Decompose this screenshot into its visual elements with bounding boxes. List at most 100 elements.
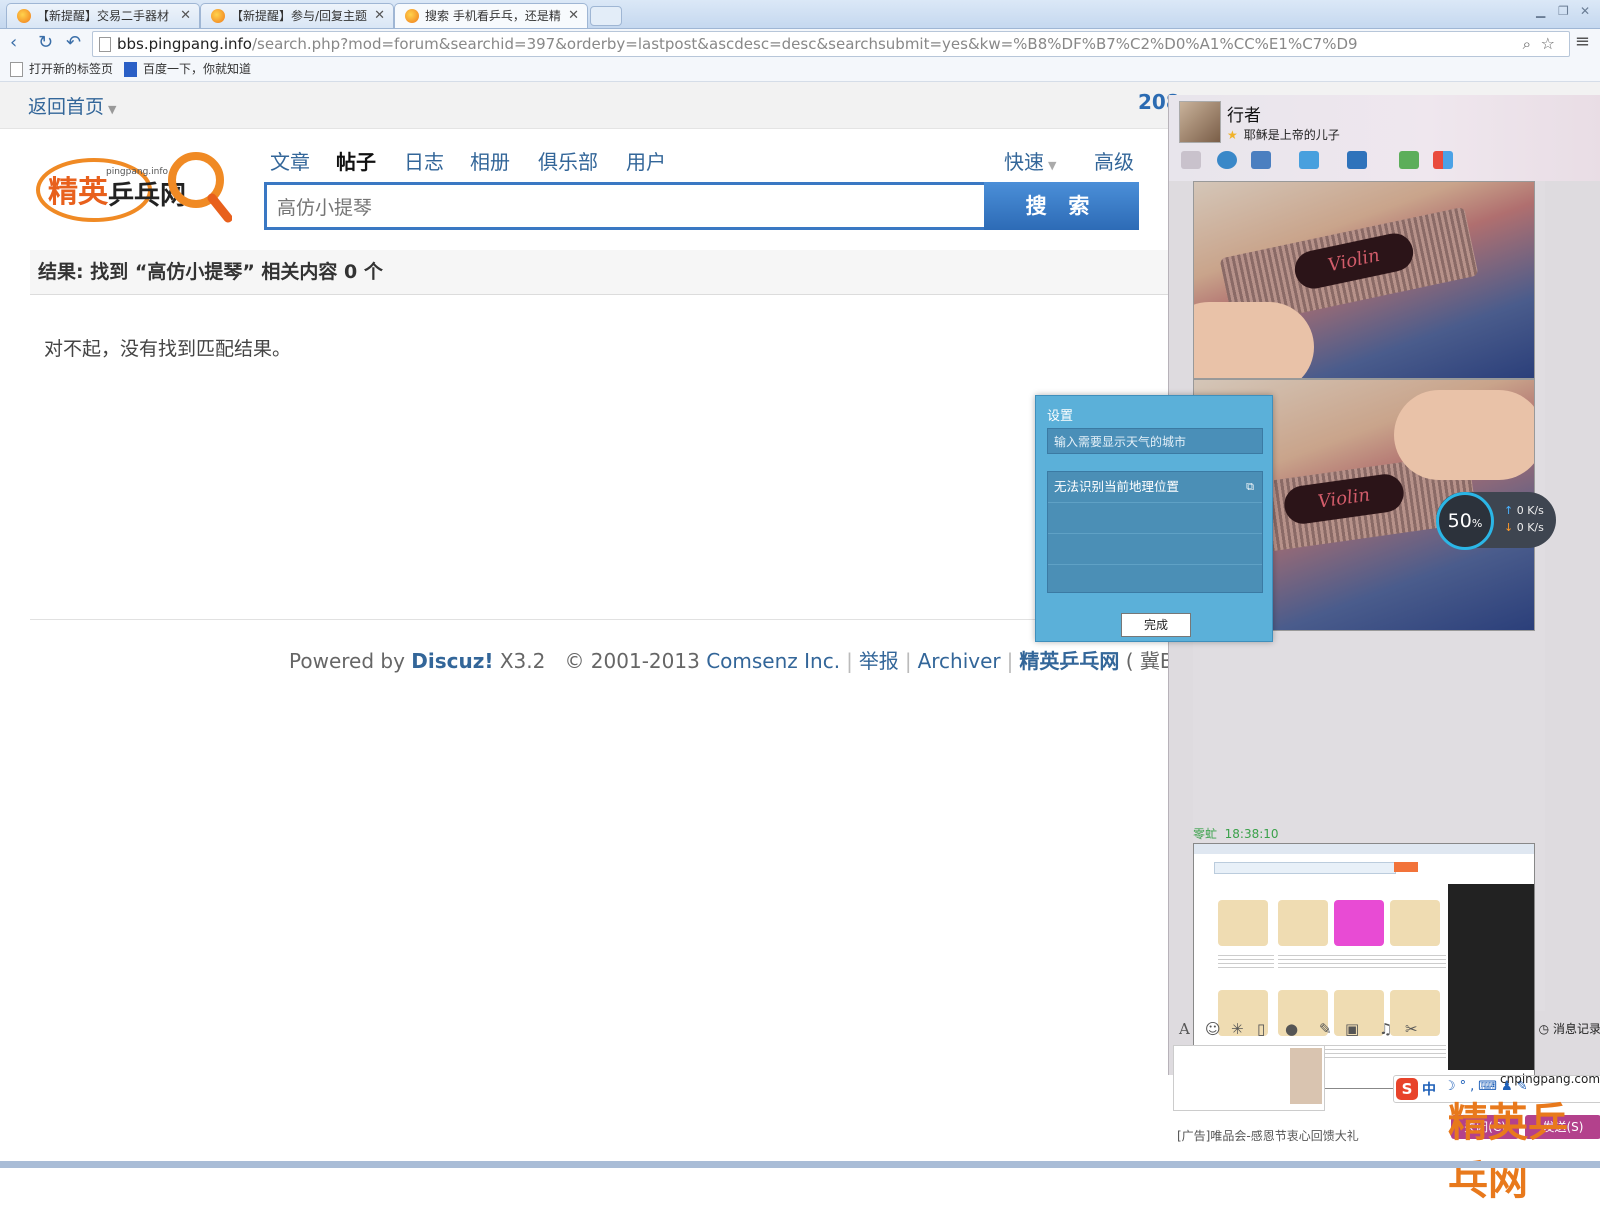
city-input[interactable]: 输入需要显示天气的城市 xyxy=(1047,428,1263,454)
message-meta: 零虻 18:38:10 xyxy=(1193,827,1279,841)
shot-text xyxy=(1218,952,1274,970)
address-bar[interactable]: bbs.pingpang.info/search.php?mod=forum&s… xyxy=(92,31,1570,57)
site-logo[interactable]: 精英 乒乓网 pingpang.info xyxy=(36,146,232,228)
tab-users[interactable]: 用户 xyxy=(626,146,666,175)
browser-tab-active[interactable]: 搜索 手机看乒乓，还是精 ✕ xyxy=(394,3,588,28)
clock-icon: ◷ xyxy=(1538,1022,1550,1036)
network-speed-widget[interactable]: 50% ↑ 0 K/s ↓ 0 K/s xyxy=(1436,492,1556,550)
create-group-icon[interactable] xyxy=(1399,151,1419,169)
no-result-message: 对不起，没有找到匹配结果。 xyxy=(44,338,292,360)
page-icon xyxy=(10,62,23,77)
tab-threads[interactable]: 帖子 xyxy=(336,146,376,175)
compose-thumbnail xyxy=(1290,1048,1322,1104)
shot-text xyxy=(1334,1042,1390,1060)
tab-clubs[interactable]: 俱乐部 xyxy=(538,146,598,175)
share-screen-icon[interactable] xyxy=(1251,151,1271,169)
new-tab-button[interactable] xyxy=(590,6,622,26)
bookmark-item[interactable]: 打开新的标签页 xyxy=(10,57,113,81)
scissors-icon[interactable]: ✂ xyxy=(1405,1020,1418,1038)
locate-icon[interactable]: ⧉ xyxy=(1246,472,1254,502)
shot-search-bar xyxy=(1214,862,1396,874)
close-icon[interactable]: ✕ xyxy=(374,4,385,28)
minimize-icon[interactable]: ▁ xyxy=(1536,4,1545,18)
shot-browser-bar xyxy=(1194,844,1534,854)
ad-text[interactable]: [广告]唯品会-感恩节衷心回馈大礼 xyxy=(1177,1127,1359,1144)
voice-call-icon[interactable] xyxy=(1181,151,1201,169)
archiver-link[interactable]: Archiver xyxy=(918,649,1001,673)
version: X3.2 xyxy=(499,649,546,673)
url-text: bbs.pingpang.info/search.php?mod=forum&s… xyxy=(117,35,1358,53)
contact-signature: ★ 耶稣是上帝的儿子 xyxy=(1227,128,1340,142)
bookmark-item[interactable]: 百度一下，你就知道 xyxy=(124,57,251,81)
magic-icon[interactable]: ✳ xyxy=(1231,1020,1244,1038)
watermark-logo: 精英乒乓网 xyxy=(1448,1099,1568,1204)
send-file-icon[interactable] xyxy=(1299,151,1319,169)
compose-box[interactable] xyxy=(1173,1045,1325,1111)
tab-blogs[interactable]: 日志 xyxy=(404,146,444,175)
video-call-icon[interactable] xyxy=(1217,151,1237,169)
svg-text:pingpang.info: pingpang.info xyxy=(106,167,169,177)
divider xyxy=(30,619,1170,620)
advanced-search-link[interactable]: 高级 xyxy=(1094,146,1134,175)
avatar[interactable] xyxy=(1179,101,1221,143)
site-link[interactable]: 精英乒乓网 xyxy=(1019,649,1119,673)
zoom-icon[interactable]: ⌕ xyxy=(1523,32,1531,56)
chevron-down-icon: ▼ xyxy=(1048,159,1057,172)
upload-speed: ↑ 0 K/s xyxy=(1504,504,1544,517)
music-icon[interactable]: ♫ xyxy=(1379,1020,1392,1038)
arrow-up-icon: ↑ xyxy=(1504,504,1514,517)
download-speed: ↓ 0 K/s xyxy=(1504,521,1544,534)
usage-gauge: 50% xyxy=(1436,492,1494,550)
undo-icon[interactable]: ↶ xyxy=(66,32,81,54)
discuz-link[interactable]: Discuz! xyxy=(411,649,493,673)
mic-icon[interactable]: ● xyxy=(1285,1020,1298,1038)
comsenz-link[interactable]: Comsenz Inc. xyxy=(706,649,840,673)
taskbar xyxy=(0,1161,1600,1168)
maximize-icon[interactable]: ❐ xyxy=(1558,4,1569,18)
message-history-button[interactable]: ◷ 消息记录 xyxy=(1539,1020,1600,1037)
chevron-down-icon: ▼ xyxy=(108,103,117,116)
shot-product xyxy=(1390,900,1440,946)
tab-title: 【新提醒】参与/回复主题 xyxy=(231,9,367,23)
tab-articles[interactable]: 文章 xyxy=(270,146,310,175)
apps-icon[interactable] xyxy=(1433,151,1453,169)
star-icon[interactable]: ☆ xyxy=(1541,32,1555,56)
browser-tab[interactable]: 【新提醒】参与/回复主题 ✕ xyxy=(200,3,394,28)
close-window-icon[interactable]: ✕ xyxy=(1580,4,1590,18)
footer: Powered by Discuz! X3.2 © 2001-2013 Coms… xyxy=(289,645,1194,674)
separator: | xyxy=(846,649,853,673)
back-icon[interactable]: ‹ xyxy=(10,32,17,54)
search-input[interactable] xyxy=(275,193,969,223)
copyright: © 2001-2013 xyxy=(564,649,700,673)
done-button[interactable]: 完成 xyxy=(1121,613,1191,637)
powered-by: Powered by xyxy=(289,649,405,673)
edit-icon[interactable]: ✎ xyxy=(1319,1020,1332,1038)
city-slot[interactable] xyxy=(1048,503,1262,534)
shot-text xyxy=(1390,952,1446,970)
location-row[interactable]: 无法识别当前地理位置 ⧉ xyxy=(1048,472,1262,503)
image-icon[interactable]: ▣ xyxy=(1345,1020,1359,1038)
shot-text xyxy=(1334,952,1390,970)
quick-search-dropdown[interactable]: 快速 ▼ xyxy=(1004,146,1056,175)
sogou-icon[interactable]: S xyxy=(1396,1078,1418,1100)
chat-image[interactable]: Violin xyxy=(1193,181,1535,379)
refresh-icon[interactable]: ↻ xyxy=(38,32,53,54)
browser-tab[interactable]: 【新提醒】交易二手器材 ✕ xyxy=(6,3,200,28)
close-icon[interactable]: ✕ xyxy=(180,4,191,28)
city-list: 无法识别当前地理位置 ⧉ xyxy=(1047,471,1263,593)
bookmarks-bar: 打开新的标签页 百度一下，你就知道 xyxy=(0,57,1600,82)
watermark-url: cnpingpang.com xyxy=(1500,1072,1600,1086)
tab-albums[interactable]: 相册 xyxy=(470,146,510,175)
close-icon[interactable]: ✕ xyxy=(568,4,579,28)
site-favicon-icon xyxy=(211,9,225,23)
remote-desktop-icon[interactable] xyxy=(1347,151,1367,169)
report-link[interactable]: 举报 xyxy=(859,649,899,673)
font-icon[interactable]: A xyxy=(1179,1020,1190,1038)
menu-icon[interactable]: ≡ xyxy=(1575,31,1590,52)
emoji-icon[interactable]: ☺ xyxy=(1205,1020,1221,1038)
search-button[interactable]: 搜 索 xyxy=(984,182,1139,230)
finger xyxy=(1194,302,1314,378)
shake-icon[interactable]: ▯ xyxy=(1257,1020,1265,1038)
city-slot[interactable] xyxy=(1048,534,1262,565)
home-link[interactable]: 返回首页 ▼ xyxy=(28,92,116,119)
